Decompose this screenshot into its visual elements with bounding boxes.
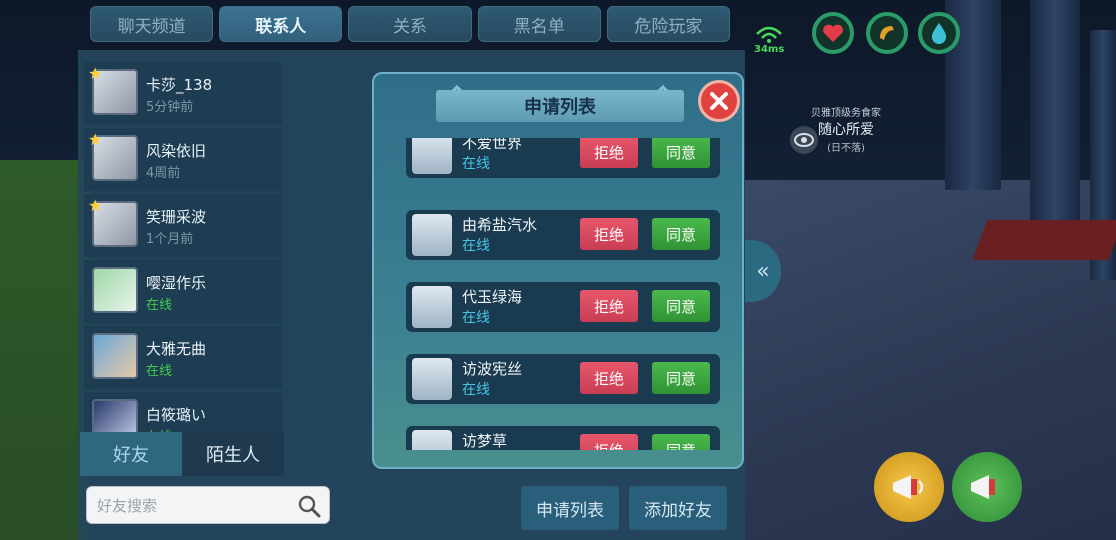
- contact-name: 风染依旧: [146, 142, 207, 160]
- pillar: [1030, 0, 1080, 220]
- contact-name: 笑珊采波: [146, 208, 207, 226]
- contact-status: 4周前: [146, 166, 181, 181]
- star-icon: ★: [88, 64, 103, 83]
- requester-name: 访梦草: [462, 432, 508, 450]
- contact-item[interactable]: ★ 卡莎_138 5分钟前: [84, 62, 282, 125]
- top-tab-bar: 聊天频道 联系人 关系 黑名单 危险玩家: [90, 6, 731, 44]
- water-drop-icon: [931, 23, 947, 44]
- star-icon: ★: [88, 196, 103, 215]
- ping-label: 34ms: [754, 44, 785, 55]
- megaphone-icon: [893, 475, 924, 499]
- requester-status: 在线: [462, 156, 490, 172]
- double-chevron-left-icon: «: [756, 258, 770, 284]
- avatar: [92, 399, 138, 434]
- contact-name: 白筱璐い: [146, 406, 207, 424]
- carpet: [972, 220, 1116, 260]
- requester-status: 在线: [462, 238, 490, 254]
- request-item: 由希盐汽水 在线 拒绝 同意: [406, 210, 720, 260]
- contact-item[interactable]: 大雅无曲 在线: [84, 326, 282, 389]
- reject-button[interactable]: 拒绝: [580, 218, 638, 250]
- contact-status: 在线: [146, 364, 173, 379]
- accept-button[interactable]: 同意: [652, 138, 710, 168]
- wifi-icon: [756, 26, 782, 43]
- request-item: 代玉绿海 在线 拒绝 同意: [406, 282, 720, 332]
- contact-item[interactable]: ★ 笑珊采波 1个月前: [84, 194, 282, 257]
- contact-list: ★ 卡莎_138 5分钟前 ★ 风染依旧 4周前 ★ 笑珊采波 1个月前 嘤湿作…: [84, 62, 282, 434]
- accept-button[interactable]: 同意: [652, 218, 710, 250]
- grass: [0, 160, 90, 540]
- friend-search-input[interactable]: [95, 493, 295, 519]
- avatar: [412, 286, 452, 328]
- request-list-button[interactable]: 申请列表: [521, 486, 619, 530]
- hunger-status[interactable]: [866, 12, 908, 54]
- requester-status: 在线: [462, 310, 490, 326]
- avatar: [412, 214, 452, 256]
- reject-button[interactable]: 拒绝: [580, 362, 638, 394]
- requester-name: 访波宪丝: [462, 360, 523, 378]
- tab-contacts[interactable]: 联系人: [219, 6, 343, 42]
- star-icon: ★: [88, 130, 103, 149]
- reject-button[interactable]: 拒绝: [580, 290, 638, 322]
- request-item: 访波宪丝 在线 拒绝 同意: [406, 354, 720, 404]
- accept-button[interactable]: 同意: [652, 362, 710, 394]
- tab-dangerous-players[interactable]: 危险玩家: [606, 6, 731, 42]
- water-status[interactable]: [918, 12, 960, 54]
- contact-status: 1个月前: [146, 232, 194, 247]
- contact-item[interactable]: 嘤湿作乐 在线: [84, 260, 282, 323]
- food-icon: [880, 26, 894, 40]
- network-signal: 34ms: [754, 24, 786, 55]
- tab-friends[interactable]: 好友: [80, 432, 182, 476]
- search-icon[interactable]: [297, 494, 321, 518]
- broadcast-button[interactable]: [952, 452, 1022, 522]
- request-list-dialog: 申请列表 不爱世界 在线 拒绝 同意 由希盐汽水 在线 拒绝 同意 代玉绿海 在…: [372, 72, 744, 469]
- avatar: [412, 430, 452, 450]
- friend-search-box: [86, 486, 330, 524]
- contact-name: 大雅无曲: [146, 340, 207, 358]
- friend-sub-tabs: 好友 陌生人: [80, 432, 284, 476]
- avatar: [92, 333, 138, 379]
- request-item: 访梦草 在线 拒绝 同意: [406, 426, 720, 450]
- add-friend-button[interactable]: 添加好友: [629, 486, 727, 530]
- request-item: 不爱世界 在线 拒绝 同意: [406, 138, 720, 178]
- close-icon: [710, 92, 728, 110]
- contact-item[interactable]: 白筱璐い 在线: [84, 392, 282, 434]
- tab-strangers[interactable]: 陌生人: [182, 432, 284, 476]
- avatar: [92, 267, 138, 313]
- eye-icon[interactable]: [790, 126, 818, 154]
- contact-name: 嘤湿作乐: [146, 274, 207, 292]
- heart-icon: [823, 24, 843, 42]
- tab-relations[interactable]: 关系: [348, 6, 472, 42]
- avatar: [412, 358, 452, 400]
- megaphone-button[interactable]: [874, 452, 944, 522]
- requester-name: 不爱世界: [462, 138, 523, 152]
- reject-button[interactable]: 拒绝: [580, 434, 638, 450]
- request-list: 不爱世界 在线 拒绝 同意 由希盐汽水 在线 拒绝 同意 代玉绿海 在线 拒绝 …: [406, 138, 722, 450]
- dialog-title: 申请列表: [436, 90, 684, 122]
- requester-status: 在线: [462, 382, 490, 398]
- contact-status: 在线: [146, 298, 173, 313]
- megaphone-icon: [971, 475, 995, 499]
- requester-name: 代玉绿海: [462, 288, 523, 306]
- tab-chat-channel[interactable]: 聊天频道: [90, 6, 214, 42]
- contact-name: 卡莎_138: [146, 76, 213, 94]
- contact-status: 5分钟前: [146, 100, 194, 115]
- avatar: [412, 138, 452, 174]
- tab-blacklist[interactable]: 黑名单: [477, 6, 601, 42]
- accept-button[interactable]: 同意: [652, 434, 710, 450]
- close-button[interactable]: [698, 80, 740, 122]
- npc-role: 贝雅顶级务食家: [811, 108, 881, 119]
- health-status[interactable]: [812, 12, 854, 54]
- accept-button[interactable]: 同意: [652, 290, 710, 322]
- requester-name: 由希盐汽水: [462, 216, 538, 234]
- reject-button[interactable]: 拒绝: [580, 138, 638, 168]
- contact-item[interactable]: ★ 风染依旧 4周前: [84, 128, 282, 191]
